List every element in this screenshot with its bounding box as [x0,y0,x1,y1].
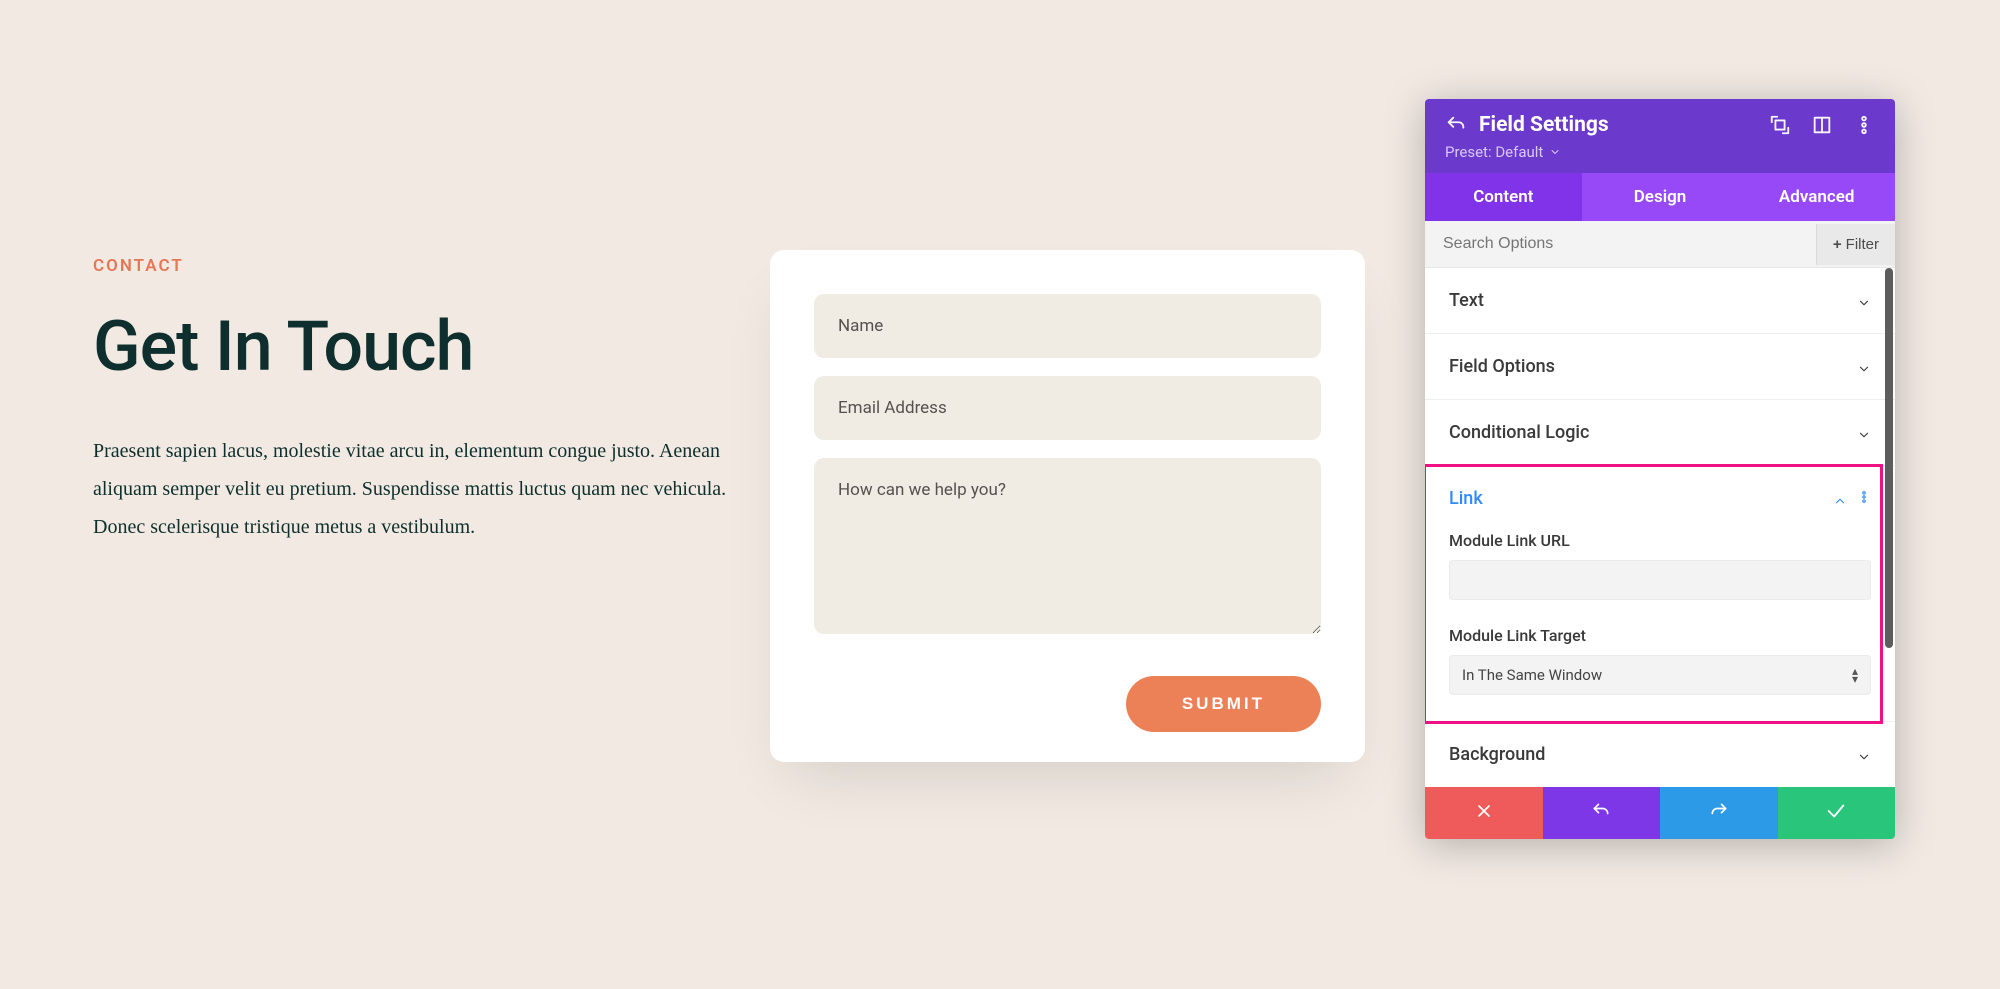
panel-title: Field Settings [1479,113,1769,137]
module-link-url-label: Module Link URL [1449,531,1871,550]
module-link-target-select[interactable]: In The Same Window ▴▾ [1449,655,1871,695]
search-options-input[interactable] [1425,221,1816,267]
section-more-icon[interactable] [1857,488,1871,509]
back-icon[interactable] [1445,114,1467,136]
section-field-options: Field Options [1425,334,1895,400]
eyebrow-label: CONTACT [93,256,743,276]
section-link-head[interactable]: Link [1425,466,1895,531]
cancel-button[interactable] [1425,787,1543,839]
section-text-head[interactable]: Text [1425,268,1895,333]
panel-tabs: Content Design Advanced [1425,173,1895,221]
section-field-options-head[interactable]: Field Options [1425,334,1895,399]
chevron-down-icon [1857,360,1871,374]
section-field-options-label: Field Options [1449,356,1555,377]
section-background-label: Background [1449,744,1545,765]
more-vertical-icon[interactable] [1853,114,1875,136]
module-link-target-label: Module Link Target [1449,626,1871,645]
section-background-head[interactable]: Background [1425,722,1895,787]
tab-content[interactable]: Content [1425,173,1582,221]
module-link-url-input[interactable] [1449,560,1871,600]
expand-icon[interactable] [1769,114,1791,136]
dock-icon[interactable] [1811,114,1833,136]
panel-scrollbar-thumb[interactable] [1885,268,1893,648]
chevron-up-icon [1833,492,1847,506]
submit-button[interactable]: SUBMIT [1126,676,1321,732]
page-left-column: CONTACT Get In Touch Praesent sapien lac… [93,256,743,546]
page-headline: Get In Touch [93,306,743,388]
chevron-down-icon [1857,294,1871,308]
name-input[interactable] [814,294,1321,358]
section-background: Background [1425,722,1895,787]
section-link-content: Module Link URL Module Link Target In Th… [1425,531,1895,721]
panel-body: Text Field Options Conditional Logic [1425,268,1895,787]
section-conditional-logic-label: Conditional Logic [1449,422,1589,443]
email-input[interactable] [814,376,1321,440]
check-icon [1825,800,1847,827]
tab-design[interactable]: Design [1582,173,1739,221]
contact-form-card: SUBMIT [770,250,1365,762]
select-caret-icon: ▴▾ [1852,667,1858,683]
redo-icon [1709,801,1729,826]
preset-label: Preset: Default [1445,143,1543,161]
panel-header: Field Settings Preset: Default [1425,99,1895,173]
chevron-down-icon [1857,426,1871,440]
module-link-target-value: In The Same Window [1462,666,1602,684]
field-settings-panel: Field Settings Preset: Default Content D… [1425,99,1895,839]
tab-advanced[interactable]: Advanced [1738,173,1895,221]
section-conditional-logic: Conditional Logic [1425,400,1895,466]
panel-search-bar: + Filter [1425,221,1895,268]
filter-button-label: Filter [1846,236,1879,253]
section-conditional-logic-head[interactable]: Conditional Logic [1425,400,1895,465]
save-button[interactable] [1778,787,1896,839]
undo-button[interactable] [1543,787,1661,839]
page-body-copy: Praesent sapien lacus, molestie vitae ar… [93,432,733,546]
panel-scrollbar[interactable] [1885,268,1893,787]
chevron-down-icon [1857,748,1871,762]
redo-button[interactable] [1660,787,1778,839]
preset-selector[interactable]: Preset: Default [1445,143,1561,161]
panel-action-bar [1425,787,1895,839]
section-text-label: Text [1449,290,1484,311]
section-text: Text [1425,268,1895,334]
section-link: Link Module Link URL Module Link Target … [1425,466,1895,722]
submit-row: SUBMIT [814,676,1321,732]
filter-button[interactable]: + Filter [1816,224,1895,265]
plus-icon: + [1833,236,1842,253]
close-icon [1474,801,1494,826]
undo-icon [1591,801,1611,826]
message-textarea[interactable] [814,458,1321,634]
section-link-label: Link [1449,488,1483,509]
